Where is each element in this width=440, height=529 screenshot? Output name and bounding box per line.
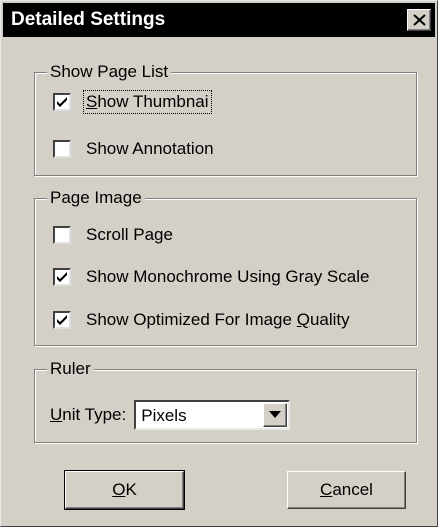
show-annotation-label: Show Annotation bbox=[86, 139, 214, 158]
unit-type-select[interactable]: Pixels bbox=[134, 400, 291, 430]
cancel-button[interactable]: Cancel bbox=[287, 471, 406, 509]
detailed-settings-dialog: Detailed Settings Show Page List Show Th… bbox=[0, 0, 439, 528]
show-page-list-group: Show Page List Show Thumbnai Show Annota… bbox=[34, 61, 417, 176]
page-image-group: Page Image Scroll Page Show Monochrome U… bbox=[34, 187, 417, 346]
unit-type-row: Unit Type: Pixels bbox=[50, 400, 291, 430]
title-bar[interactable]: Detailed Settings bbox=[3, 3, 435, 37]
show-thumbnail-label: Show Thumbnai bbox=[83, 90, 212, 114]
close-x-icon bbox=[413, 14, 426, 26]
show-optimized-checkbox[interactable] bbox=[53, 311, 71, 329]
show-thumbnail-option[interactable]: Show Thumbnai bbox=[53, 90, 212, 114]
checkmark-icon bbox=[57, 272, 67, 282]
show-page-list-legend: Show Page List bbox=[47, 61, 172, 83]
show-monochrome-option[interactable]: Show Monochrome Using Gray Scale bbox=[53, 265, 371, 289]
window-title: Detailed Settings bbox=[11, 9, 166, 30]
show-annotation-checkbox[interactable] bbox=[53, 140, 71, 158]
show-annotation-option[interactable]: Show Annotation bbox=[53, 137, 216, 161]
close-button[interactable] bbox=[407, 9, 431, 31]
ok-button[interactable]: OK bbox=[64, 470, 185, 510]
show-monochrome-checkbox[interactable] bbox=[53, 268, 71, 286]
unit-type-dropdown-button[interactable] bbox=[263, 403, 288, 427]
checkmark-icon bbox=[57, 97, 67, 107]
show-thumbnail-checkbox[interactable] bbox=[53, 93, 71, 111]
show-monochrome-label: Show Monochrome Using Gray Scale bbox=[86, 267, 370, 286]
ruler-legend: Ruler bbox=[47, 358, 94, 380]
scroll-page-option[interactable]: Scroll Page bbox=[53, 223, 175, 247]
show-optimized-label: Show Optimized For Image Quality bbox=[86, 310, 350, 329]
page-image-legend: Page Image bbox=[47, 187, 145, 209]
ruler-group: Ruler Unit Type: Pixels bbox=[34, 358, 417, 443]
scroll-page-label: Scroll Page bbox=[86, 225, 173, 244]
checkmark-icon bbox=[57, 315, 67, 325]
show-optimized-option[interactable]: Show Optimized For Image Quality bbox=[53, 308, 352, 332]
scroll-page-checkbox[interactable] bbox=[53, 226, 71, 244]
chevron-down-icon bbox=[269, 411, 282, 418]
unit-type-value: Pixels bbox=[141, 406, 187, 425]
unit-type-label: Unit Type: bbox=[50, 405, 127, 424]
